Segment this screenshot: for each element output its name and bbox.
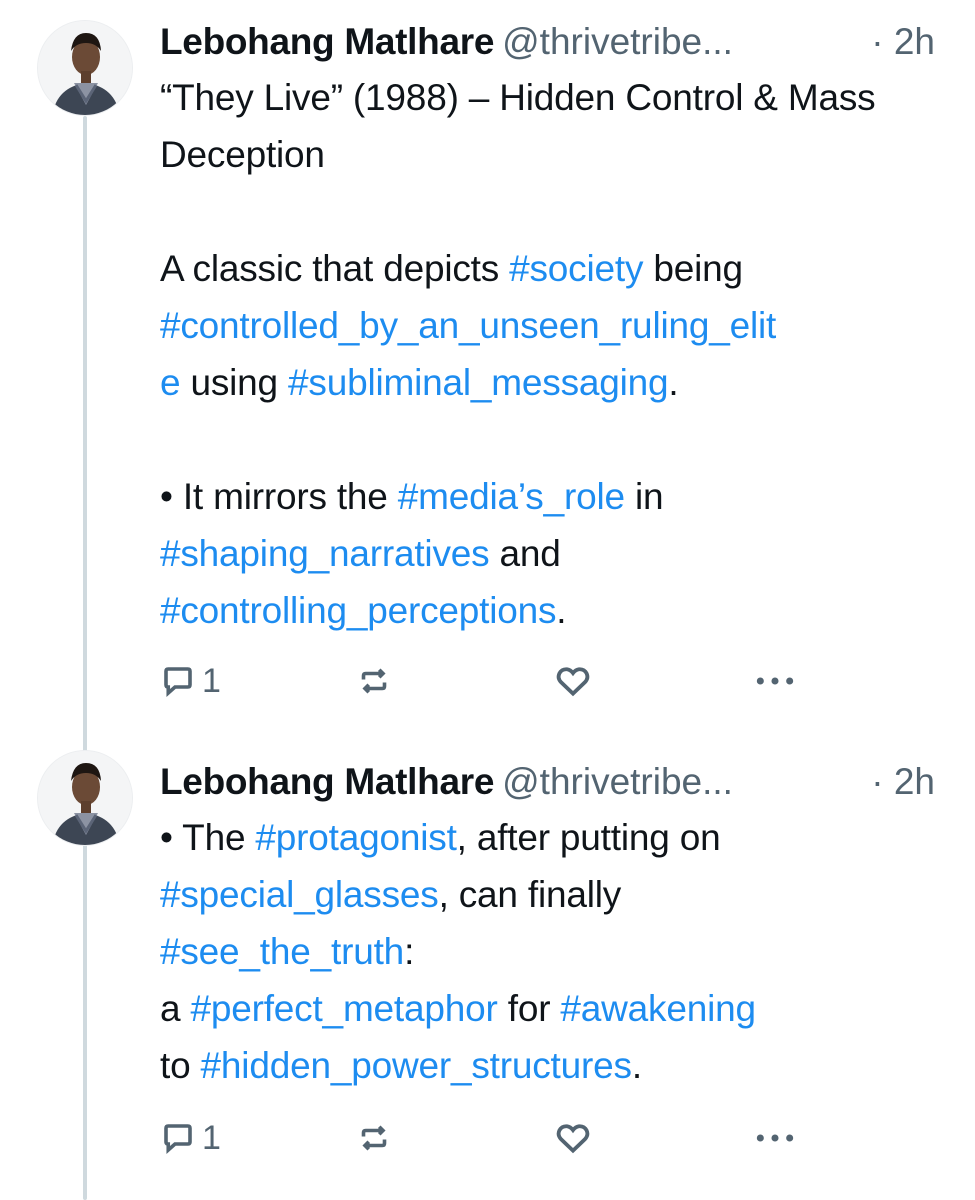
post-paragraph: “They Live” (1988) – Hidden Control & Ma… bbox=[160, 69, 950, 183]
time-separator: · bbox=[871, 21, 884, 62]
avatar[interactable] bbox=[37, 20, 133, 116]
reply-count: 1 bbox=[202, 661, 221, 700]
hashtag-link[interactable]: #controlled_by_an_unseen_ruling_elit bbox=[160, 305, 776, 346]
post-text-segment: . bbox=[556, 590, 567, 631]
time-value: 2h bbox=[893, 21, 935, 62]
repost-icon bbox=[361, 1125, 387, 1151]
post-header: Lebohang Matlhare @thrivetribe... · 2h bbox=[160, 752, 950, 812]
reply-button[interactable]: 1 bbox=[160, 656, 221, 706]
post-text-segment: to bbox=[160, 1045, 201, 1086]
thread-connector-line bbox=[83, 116, 87, 1200]
like-button[interactable] bbox=[554, 656, 592, 706]
post-text-segment: for bbox=[497, 988, 561, 1029]
post-text-segment: using bbox=[180, 362, 289, 403]
hashtag-link[interactable]: #society bbox=[509, 248, 643, 289]
post-actions: 1 bbox=[160, 1113, 820, 1163]
reply-icon bbox=[164, 667, 192, 698]
time-separator: · bbox=[871, 761, 884, 802]
hashtag-link[interactable]: #media’s_role bbox=[398, 476, 625, 517]
hashtag-link[interactable]: #perfect_metaphor bbox=[190, 988, 497, 1029]
reply-button[interactable]: 1 bbox=[160, 1113, 221, 1163]
reply-count: 1 bbox=[202, 1118, 221, 1157]
more-options-button[interactable] bbox=[753, 656, 797, 706]
hashtag-link[interactable]: #awakening bbox=[560, 988, 756, 1029]
hashtag-link[interactable]: #special_glasses bbox=[160, 874, 439, 915]
more-icon bbox=[756, 677, 794, 685]
like-button[interactable] bbox=[554, 1113, 592, 1163]
post-paragraph: A classic that depicts #society being #c… bbox=[160, 240, 950, 411]
post-paragraph: • The #protagonist, after putting on #sp… bbox=[160, 809, 950, 1094]
post-text-segment: a bbox=[160, 988, 191, 1029]
avatar-image bbox=[38, 751, 132, 845]
heart-icon bbox=[556, 1124, 590, 1154]
author-handle[interactable]: @thrivetribe... bbox=[502, 761, 733, 802]
post-text-segment: A classic that depicts bbox=[160, 248, 510, 289]
author-name[interactable]: Lebohang Matlhare bbox=[160, 21, 494, 62]
post-content: Lebohang Matlhare @thrivetribe... · 2h “T… bbox=[160, 12, 950, 639]
author-handle[interactable]: @thrivetribe... bbox=[502, 21, 733, 62]
repost-icon bbox=[361, 668, 387, 694]
reply-icon bbox=[164, 1124, 192, 1155]
post-text-segment: being bbox=[643, 248, 743, 289]
post-text-segment: , can finally bbox=[438, 874, 622, 915]
post-content: Lebohang Matlhare @thrivetribe... · 2h • … bbox=[160, 752, 950, 1094]
post-paragraph: • It mirrors the #media’s_role in #shapi… bbox=[160, 468, 950, 639]
hashtag-link[interactable]: #shaping_narratives bbox=[160, 533, 490, 574]
post-text-segment: and bbox=[489, 533, 561, 574]
time-value: 2h bbox=[893, 761, 935, 802]
hashtag-link[interactable]: e bbox=[160, 362, 181, 403]
hashtag-link[interactable]: #hidden_power_structures bbox=[201, 1045, 632, 1086]
post-text-segment: “They Live” (1988) – Hidden Control & Ma… bbox=[160, 77, 876, 175]
more-icon bbox=[756, 1134, 794, 1142]
avatar[interactable] bbox=[37, 750, 133, 846]
post-actions: 1 bbox=[160, 656, 820, 706]
post-text-segment: in bbox=[624, 476, 664, 517]
heart-icon bbox=[556, 667, 590, 697]
hashtag-link[interactable]: #subliminal_messaging bbox=[288, 362, 669, 403]
post-text-segment: . bbox=[631, 1045, 642, 1086]
repost-button[interactable] bbox=[356, 1113, 392, 1163]
hashtag-link[interactable]: #controlling_perceptions bbox=[160, 590, 556, 631]
author-name[interactable]: Lebohang Matlhare bbox=[160, 761, 494, 802]
post-text-segment: • It mirrors the bbox=[160, 476, 398, 517]
post-text: “They Live” (1988) – Hidden Control & Ma… bbox=[160, 69, 950, 639]
post-text-segment: , after putting on bbox=[456, 817, 721, 858]
hashtag-link[interactable]: #see_the_truth bbox=[160, 931, 404, 972]
post-text: • The #protagonist, after putting on #sp… bbox=[160, 809, 950, 1094]
post-text-segment: • The bbox=[160, 817, 256, 858]
hashtag-link[interactable]: #protagonist bbox=[255, 817, 456, 858]
post-text-segment: : bbox=[404, 931, 415, 972]
post-time[interactable]: · 2h bbox=[871, 752, 935, 812]
post-header: Lebohang Matlhare @thrivetribe... · 2h bbox=[160, 12, 950, 72]
post-time[interactable]: · 2h bbox=[871, 12, 935, 72]
more-options-button[interactable] bbox=[753, 1113, 797, 1163]
avatar-image bbox=[38, 21, 132, 115]
repost-button[interactable] bbox=[356, 656, 392, 706]
post-text-segment: . bbox=[668, 362, 679, 403]
